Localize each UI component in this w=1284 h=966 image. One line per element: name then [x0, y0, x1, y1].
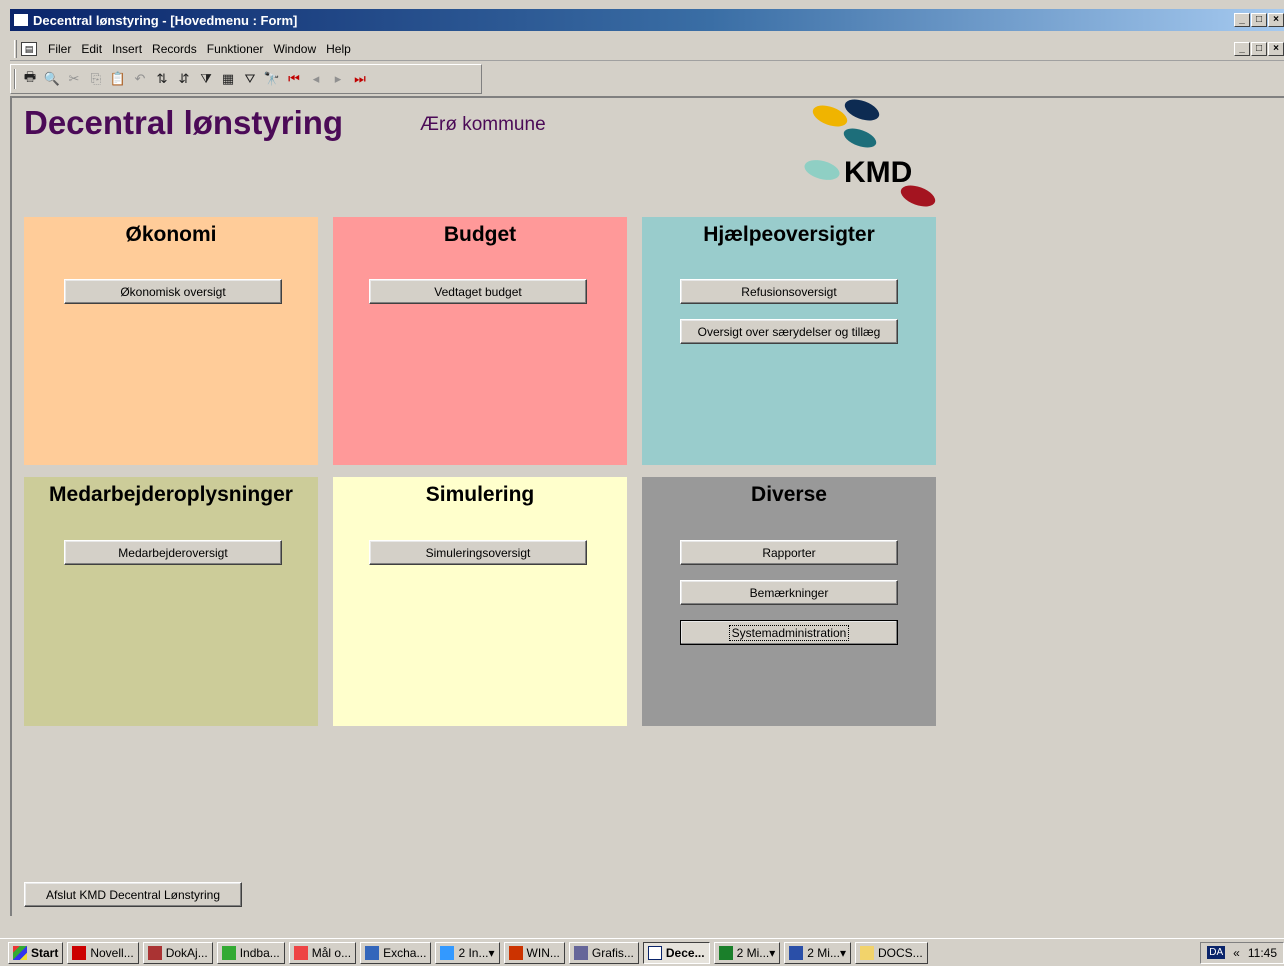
taskbar-item-mal[interactable]: Mål o...	[288, 941, 357, 964]
taskbar-item-grafis[interactable]: Grafis...	[568, 941, 639, 964]
print-icon[interactable]: 🖶	[20, 69, 40, 89]
panel-hjaelpeoversigter: Hjælpeoversigter Refusionsoversigt Overs…	[642, 217, 936, 465]
doc-restore-button[interactable]: □	[1251, 41, 1267, 56]
municipality-label: Ærø kommune	[420, 114, 546, 135]
simuleringsoversigt-button[interactable]: Simuleringsoversigt	[369, 540, 587, 565]
maximize-button[interactable]: □	[1251, 13, 1267, 27]
system-tray: DA « 11:45	[1200, 941, 1284, 964]
find-icon[interactable]: 🔭	[262, 69, 282, 89]
sort-ascending-icon[interactable]: ⇅	[152, 69, 172, 89]
taskbar-item-dokaj[interactable]: DokAj...	[142, 941, 213, 964]
indbakke-icon	[221, 945, 236, 960]
apply-filter-icon[interactable]: ⛛	[240, 69, 260, 89]
mal-icon	[293, 945, 308, 960]
taskbar-item-word[interactable]: 2 Mi... ▾	[784, 941, 851, 964]
taskbar-item-excel[interactable]: 2 Mi... ▾	[713, 941, 781, 964]
filter-by-selection-icon[interactable]: ⧩	[196, 69, 216, 89]
start-button[interactable]: Start	[8, 941, 64, 964]
menu-filer[interactable]: Filer	[43, 42, 76, 56]
windows-logo-icon	[13, 945, 27, 960]
kmd-logo: KMD	[804, 99, 936, 207]
access-window-icon	[647, 945, 662, 960]
taskbar-item-novell[interactable]: Novell...	[67, 941, 139, 964]
excel-icon	[718, 945, 733, 960]
page-title: Decentral lønstyring	[24, 104, 344, 141]
clock: 11:45	[1247, 945, 1277, 960]
tray-expand-icon[interactable]: «	[1233, 946, 1240, 960]
access-form-icon	[13, 13, 29, 27]
docs-folder-icon	[859, 945, 874, 960]
bemaerkninger-button[interactable]: Bemærkninger	[680, 580, 898, 605]
svg-text:KMD: KMD	[844, 156, 912, 189]
menu-help[interactable]: Help	[321, 42, 356, 56]
menu-funktioner[interactable]: Funktioner	[202, 42, 269, 56]
taskbar-item-excha[interactable]: Excha...	[360, 941, 432, 964]
novell-icon	[72, 945, 87, 960]
win-icon	[508, 945, 523, 960]
dokaj-icon	[147, 945, 162, 960]
panel-medarbejderoplysninger: Medarbejderoplysninger Medarbejderoversi…	[24, 477, 318, 726]
internet-explorer-icon	[440, 945, 455, 960]
panel-budget: Budget Vedtaget budget	[333, 217, 627, 465]
word-icon	[789, 945, 804, 960]
vedtaget-budget-button[interactable]: Vedtaget budget	[369, 279, 587, 304]
menu-window[interactable]: Window	[268, 42, 321, 56]
doc-close-button[interactable]: ×	[1268, 41, 1284, 56]
previous-record-icon[interactable]: ◂	[306, 69, 326, 89]
okonomisk-oversigt-button[interactable]: Økonomisk oversigt	[64, 279, 282, 304]
first-record-icon[interactable]: ⏮	[284, 69, 304, 89]
taskbar-item-win[interactable]: WIN...	[503, 941, 565, 964]
taskbar-item-ie[interactable]: 2 In... ▾	[435, 941, 500, 964]
undo-icon[interactable]: ↶	[130, 69, 150, 89]
menubar: ▤ Filer Edit Insert Records Funktioner W…	[10, 37, 1284, 61]
menubar-grip[interactable]	[14, 39, 17, 58]
taskbar-item-decentral[interactable]: Dece...	[642, 941, 710, 964]
panel-diverse: Diverse Rapporter Bemærkninger Systemadm…	[642, 477, 936, 726]
saerydelser-button[interactable]: Oversigt over særydelser og tillæg	[680, 319, 898, 344]
panel-simulering: Simulering Simuleringsoversigt	[333, 477, 627, 726]
paste-icon[interactable]: 📋	[108, 69, 128, 89]
taskbar-item-indba[interactable]: Indba...	[216, 941, 285, 964]
minimize-button[interactable]: _	[1234, 13, 1250, 27]
menu-records[interactable]: Records	[147, 42, 202, 56]
last-record-icon[interactable]: ⏭	[350, 69, 370, 89]
print-preview-icon[interactable]: 🔍	[42, 69, 62, 89]
filter-by-form-icon[interactable]: ▦	[218, 69, 238, 89]
rapporter-button[interactable]: Rapporter	[680, 540, 898, 565]
menu-edit[interactable]: Edit	[76, 42, 107, 56]
form-control-icon[interactable]: ▤	[21, 41, 37, 56]
toolbar-grip[interactable]	[14, 69, 16, 89]
menu-insert[interactable]: Insert	[107, 42, 147, 56]
doc-minimize-button[interactable]: _	[1234, 41, 1250, 56]
cut-icon[interactable]: ✂	[64, 69, 84, 89]
panel-title: Budget	[443, 223, 517, 246]
window-titlebar[interactable]: Decentral lønstyring - [Hovedmenu : Form…	[10, 9, 1284, 31]
systemadministration-button[interactable]: Systemadministration	[680, 620, 898, 645]
taskbar: Start Novell... DokAj... Indba... Mål o.…	[0, 938, 1284, 966]
taskbar-item-docs[interactable]: DOCS...	[854, 941, 928, 964]
sort-descending-icon[interactable]: ⇵	[174, 69, 194, 89]
language-indicator[interactable]: DA	[1207, 946, 1226, 959]
panel-title: Medarbejderoplysninger	[49, 483, 293, 506]
panel-title: Økonomi	[125, 223, 217, 246]
medarbejderoversigt-button[interactable]: Medarbejderoversigt	[64, 540, 282, 565]
exchange-icon	[365, 945, 380, 960]
panel-title: Diverse	[751, 483, 827, 506]
panel-title: Hjælpeoversigter	[703, 223, 875, 246]
toolbar: 🖶 🔍 ✂ ⎘ 📋 ↶ ⇅ ⇵ ⧩ ▦ ⛛ 🔭 ⏮ ◂ ▸ ⏭	[10, 64, 482, 94]
grafis-icon	[573, 945, 588, 960]
exit-button[interactable]: Afslut KMD Decentral Lønstyring	[24, 882, 242, 907]
close-button[interactable]: ×	[1268, 13, 1284, 27]
window-title: Decentral lønstyring - [Hovedmenu : Form…	[33, 12, 298, 28]
refusionsoversigt-button[interactable]: Refusionsoversigt	[680, 279, 898, 304]
panel-okonomi: Økonomi Økonomisk oversigt	[24, 217, 318, 465]
panel-title: Simulering	[425, 483, 535, 506]
copy-icon[interactable]: ⎘	[86, 69, 106, 89]
next-record-icon[interactable]: ▸	[328, 69, 348, 89]
